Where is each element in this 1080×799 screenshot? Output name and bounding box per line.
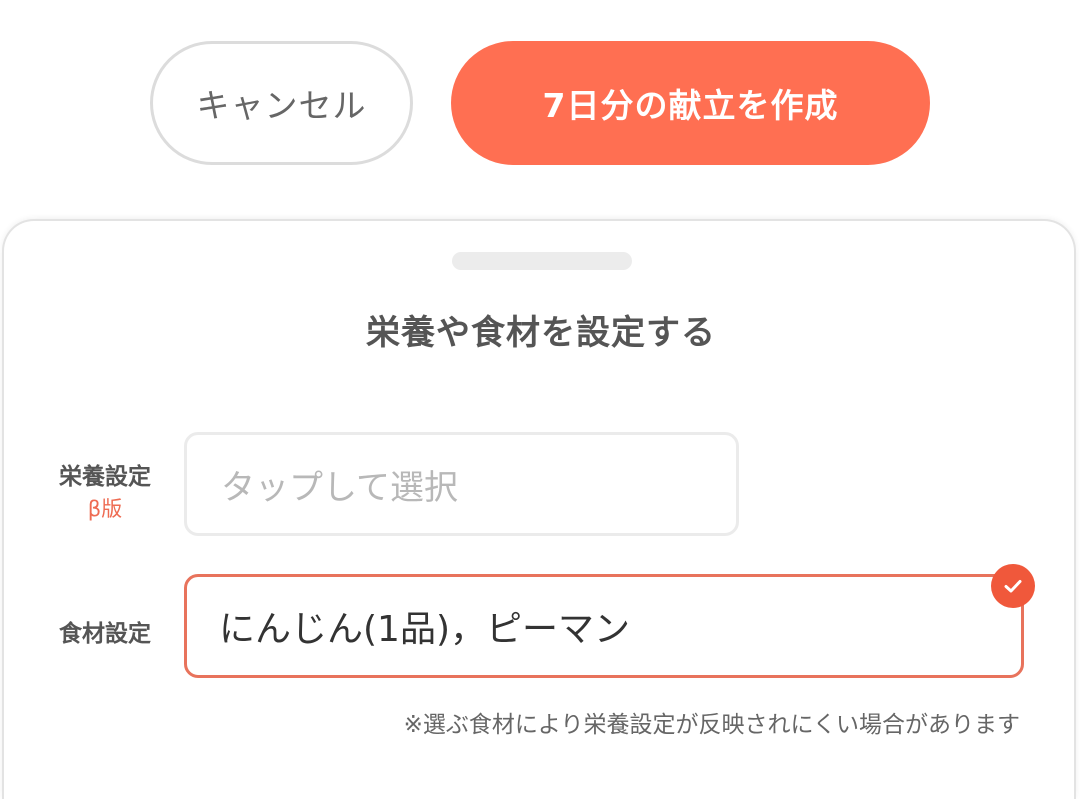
check-icon	[991, 564, 1035, 608]
settings-bottom-sheet: 栄養や食材を設定する 栄養設定 β版 タップして選択 食材設定 にんじん(1品)…	[2, 219, 1076, 799]
ingredient-select-field[interactable]: にんじん(1品)，ピーマン	[184, 574, 1024, 678]
cancel-button[interactable]: キャンセル	[150, 41, 413, 165]
top-actions: キャンセル 7日分の献立を作成	[0, 0, 1080, 200]
sheet-drag-handle[interactable]	[452, 252, 632, 270]
beta-badge: β版	[87, 497, 123, 521]
ingredient-label: 食材設定	[59, 621, 151, 647]
create-7day-menu-button[interactable]: 7日分の献立を作成	[451, 41, 930, 165]
sheet-title: 栄養や食材を設定する	[366, 313, 716, 353]
nutrition-select-field[interactable]: タップして選択	[184, 432, 739, 536]
nutrition-placeholder: タップして選択	[221, 467, 458, 508]
nutrition-label: 栄養設定	[59, 464, 151, 490]
ingredient-value: にんじん(1品)，ピーマン	[219, 609, 630, 650]
ingredient-note: ※選ぶ食材により栄養設定が反映されにくい場合があります	[403, 712, 1020, 738]
